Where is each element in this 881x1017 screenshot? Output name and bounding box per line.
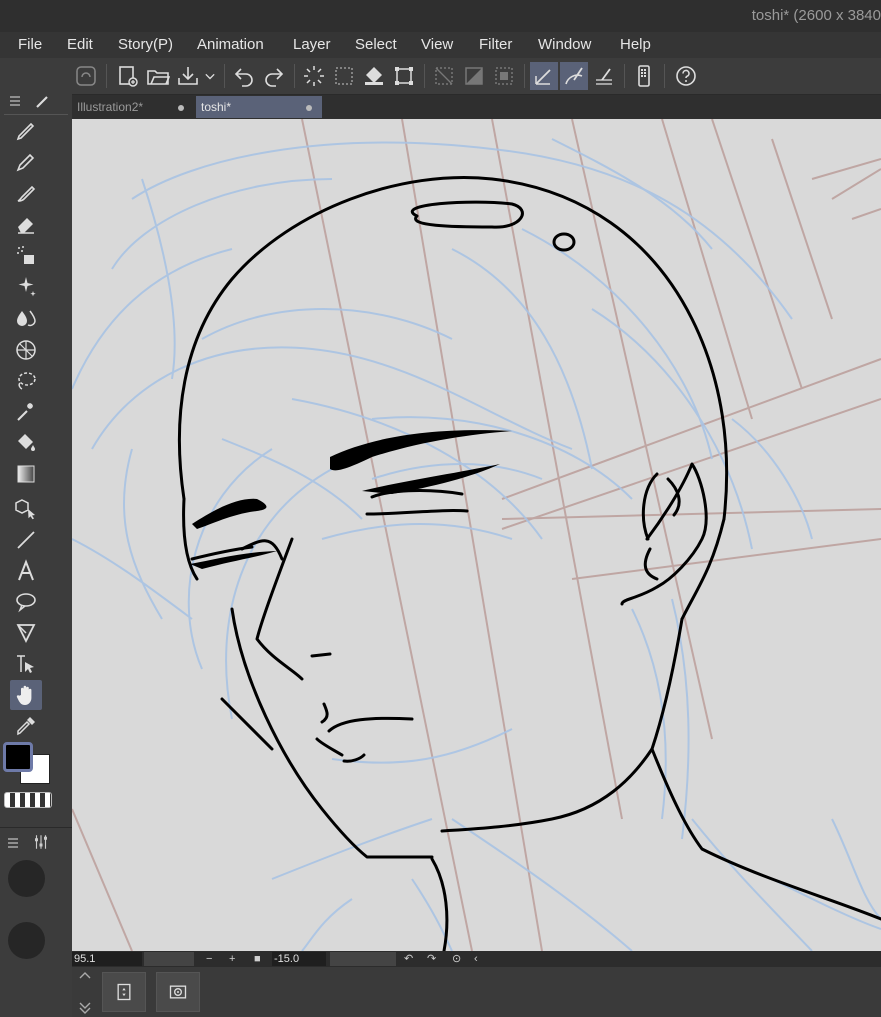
pencil-icon[interactable] [10,147,42,177]
tab-toshi[interactable]: toshi* [196,96,322,118]
smartphone-icon[interactable] [630,62,658,90]
sketch-artwork [72,119,881,951]
operation-icon[interactable] [10,335,42,365]
title-bar: toshi* (2600 x 3840 [0,0,881,32]
hide-selection-icon[interactable] [430,62,458,90]
menu-view[interactable]: View [421,36,453,53]
invert-selection-icon[interactable] [460,62,488,90]
save-icon[interactable] [174,62,202,90]
move-layer-icon[interactable] [10,494,42,524]
lasso-icon[interactable] [10,366,42,396]
navigator-status-bar: 95.1 − + ■ -15.0 ↶ ↷ ⊙ ‹ [72,951,881,967]
frame-icon [117,983,131,1001]
snap-ruler-icon[interactable] [530,62,558,90]
new-canvas-icon[interactable] [114,62,142,90]
redo-icon[interactable] [260,62,288,90]
auto-select-icon[interactable] [10,397,42,427]
menu-help[interactable]: Help [620,36,651,53]
fit-icon[interactable]: ■ [254,952,261,966]
tool-panel-header [4,90,68,115]
fill-tool-icon[interactable] [10,428,42,458]
balloon-icon[interactable] [10,587,42,617]
rotation-field[interactable]: -15.0 [272,952,326,966]
snap-special-ruler-icon[interactable] [560,62,588,90]
tab-label: toshi* [201,100,232,114]
open-icon[interactable] [144,62,172,90]
menu-animation[interactable]: Animation [197,36,264,53]
brush-icon[interactable] [10,178,42,208]
text-icon[interactable] [10,556,42,586]
blend-icon[interactable] [10,302,42,332]
tool-panel [0,58,72,1017]
adjust-icon[interactable] [32,833,50,851]
transparent-color-icon[interactable] [4,792,52,808]
tab-label: Illustration2* [77,100,144,114]
drawing-canvas[interactable] [72,119,881,951]
figure-icon[interactable] [10,525,42,555]
help-icon[interactable] [672,62,700,90]
rotate-right-icon[interactable]: ↷ [427,952,436,966]
snap-grid-icon[interactable] [590,62,618,90]
menu-filter[interactable]: Filter [479,36,512,53]
menu-file[interactable]: File [18,36,42,53]
chevron-up-icon[interactable] [78,970,92,980]
brush-small-icon [36,96,48,108]
rotate-left-icon[interactable]: ↶ [404,952,413,966]
dropdown-icon[interactable] [200,62,220,90]
menu-window[interactable]: Window [538,36,591,53]
zoom-slider[interactable] [144,952,194,966]
eraser-icon[interactable] [10,209,42,239]
deselect-icon[interactable] [300,62,328,90]
tab-close-icon[interactable] [178,105,184,111]
hand-icon[interactable] [10,680,42,710]
menu-select[interactable]: Select [355,36,397,53]
menu-story[interactable]: Story(P) [118,36,173,53]
eyedropper-icon[interactable] [10,711,42,741]
camera-toggle-button[interactable] [156,972,200,1012]
panel-menu-icon[interactable] [8,94,22,108]
timeline-toggle-button[interactable] [102,972,146,1012]
brush-size-preview-2[interactable] [8,922,45,959]
menu-layer[interactable]: Layer [293,36,331,53]
zoom-out-icon[interactable]: − [206,952,212,966]
pen-icon[interactable] [10,116,42,146]
ruler-icon[interactable] [10,649,42,679]
zoom-field[interactable]: 95.1 [72,952,142,966]
brush-size-preview-1[interactable] [8,860,45,897]
bottom-panel [72,967,881,1017]
main-color-swatch[interactable] [3,742,33,772]
command-bar [0,58,881,95]
fill-icon[interactable] [360,62,388,90]
transform-icon[interactable] [390,62,418,90]
select-all-icon[interactable] [330,62,358,90]
airbrush-icon[interactable] [10,240,42,270]
menu-bar: File Edit Story(P) Animation Layer Selec… [0,32,881,58]
window-title: toshi* (2600 x 3840 [751,7,881,24]
undo-icon[interactable] [230,62,258,90]
zoom-in-icon[interactable]: + [229,952,235,966]
rotation-slider[interactable] [330,952,396,966]
tab-illustration2[interactable]: Illustration2* [72,96,194,118]
reset-rotation-icon[interactable]: ⊙ [452,952,461,966]
tab-close-icon[interactable] [306,105,312,111]
cloud-icon[interactable] [72,62,100,90]
decoration-icon[interactable] [10,271,42,301]
panel-menu-icon-2[interactable] [6,836,20,850]
gradient-icon[interactable] [10,459,42,489]
document-tabs: Illustration2* toshi* [72,95,881,119]
collapse-navigator-icon[interactable]: ‹ [474,952,478,966]
menu-edit[interactable]: Edit [67,36,93,53]
target-icon [169,985,187,999]
frame-border-icon[interactable] [10,618,42,648]
border-icon[interactable] [490,62,518,90]
chevron-double-down-icon[interactable] [78,1001,92,1015]
